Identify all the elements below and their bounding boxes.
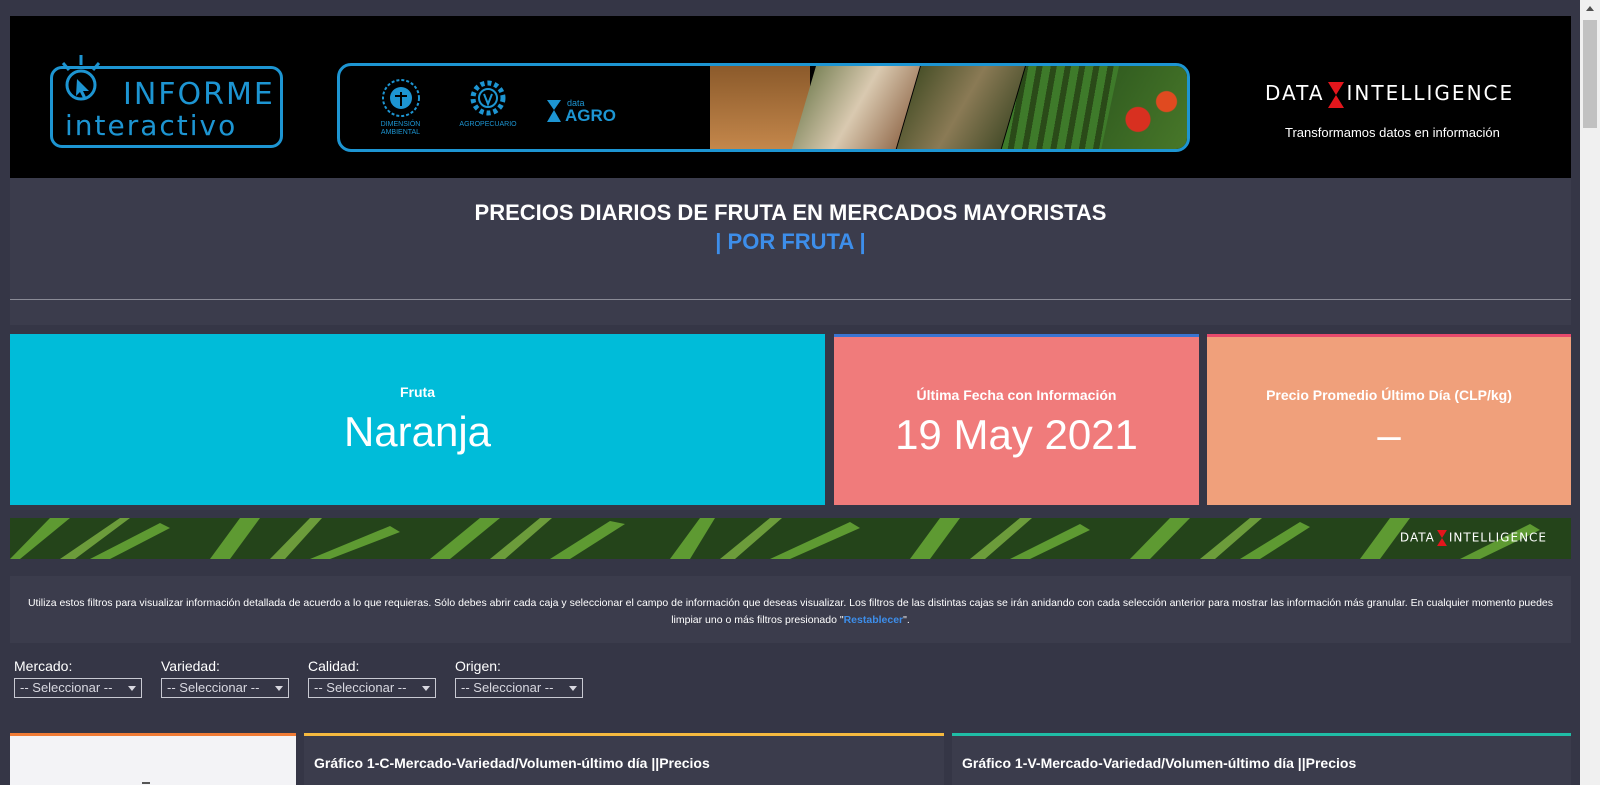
report-title-area: PRECIOS DIARIOS DE FRUTA EN MERCADOS MAY… [10, 178, 1571, 325]
hourglass-icon [1436, 530, 1447, 546]
partner-name: AGROPECUARIO [459, 121, 517, 128]
filter-label: Variedad: [161, 658, 220, 674]
help-text-after: ". [903, 614, 910, 626]
vertical-scrollbar[interactable] [1580, 0, 1600, 785]
partner-name: DIMENSIÓN AMBIENTAL [380, 121, 421, 136]
mercado-select[interactable]: -- Seleccionar -- [14, 678, 142, 698]
informe-interactivo-logo: INFORME interactivo [50, 55, 283, 148]
filter-mercado: Mercado: -- Seleccionar -- [14, 658, 144, 698]
origen-select[interactable]: -- Seleccionar -- [455, 678, 583, 698]
kpi-card-precio-promedio: Precio Promedio Último Día (CLP/kg) – [1207, 334, 1571, 505]
logo-word-interactivo: interactivo [65, 109, 238, 142]
chart-card-1c: Gráfico 1-C-Mercado-Variedad/Volumen-últ… [304, 733, 944, 785]
restablecer-link[interactable]: Restablecer [844, 614, 904, 626]
strip-brand-left: DATA [1399, 530, 1435, 545]
globe-seal-icon [381, 79, 420, 117]
svg-text:AGRO: AGRO [565, 106, 616, 125]
dimension-ambiental-logo: DIMENSIÓN AMBIENTAL [378, 78, 423, 137]
chart-card-white [10, 733, 296, 785]
strip-brand-right: INTELLIGENCE [1448, 530, 1547, 545]
calidad-select[interactable]: -- Seleccionar -- [308, 678, 436, 698]
kpi-value: – [1377, 411, 1401, 458]
strip-brand-logo: DATA INTELLIGENCE [1400, 530, 1547, 546]
kpi-label: Última Fecha con Información [916, 387, 1117, 403]
title-divider [10, 299, 1571, 300]
agropecuario-logo: AGROPECUARIO [458, 78, 518, 129]
chart-card-1v: Gráfico 1-V-Mercado-Variedad/Volumen-últ… [952, 733, 1571, 785]
logo-word-informe: INFORME [123, 77, 275, 112]
select-value: -- Seleccionar -- [314, 680, 407, 695]
filter-origen: Origen: -- Seleccionar -- [455, 658, 585, 698]
variedad-select[interactable]: -- Seleccionar -- [161, 678, 289, 698]
partner-logos-panel: DIMENSIÓN AMBIENTAL AGROPECUARIO data AG… [337, 63, 1190, 152]
scroll-up-arrow-icon[interactable] [1586, 6, 1594, 11]
kpi-label: Fruta [400, 384, 435, 400]
page-subtitle: | POR FRUTA | [715, 229, 866, 254]
gear-seal-icon [470, 80, 506, 116]
help-text: Utiliza estos filtros para visualizar in… [10, 576, 1571, 629]
page-title: PRECIOS DIARIOS DE FRUTA EN MERCADOS MAY… [474, 200, 1107, 225]
card-title: Gráfico 1-C-Mercado-Variedad/Volumen-últ… [314, 755, 710, 771]
scrollbar-thumb[interactable] [1583, 20, 1597, 128]
data-agro-icon: data AGRO [547, 98, 616, 125]
filter-label: Mercado: [14, 658, 73, 674]
dashboard-page: INFORME interactivo DIMENSIÓN AMBIENTAL … [0, 0, 1600, 785]
chevron-down-icon [422, 686, 430, 691]
select-value: -- Seleccionar -- [461, 680, 554, 695]
chevron-down-icon [569, 686, 577, 691]
select-value: -- Seleccionar -- [167, 680, 260, 695]
chevron-down-icon [128, 686, 136, 691]
lightbulb-icon [61, 55, 101, 101]
kpi-card-fruta: Fruta Naranja [10, 334, 825, 505]
chevron-down-icon [275, 686, 283, 691]
kpi-label: Precio Promedio Último Día (CLP/kg) [1266, 387, 1512, 403]
filter-label: Calidad: [308, 658, 360, 674]
data-intelligence-logo: DATA INTELLIGENCE [1265, 81, 1514, 108]
data-agro-logo: data AGRO [545, 96, 635, 126]
card-title: Gráfico 1-V-Mercado-Variedad/Volumen-últ… [962, 755, 1357, 771]
leaves-image [10, 518, 1571, 559]
select-value: -- Seleccionar -- [20, 680, 113, 695]
brand-tagline: Transformamos datos en información [1285, 125, 1500, 140]
hourglass-icon [1327, 81, 1344, 108]
brand-left: DATA [1265, 81, 1325, 105]
leaves-banner: DATA INTELLIGENCE [10, 518, 1571, 559]
kpi-value: Naranja [343, 408, 492, 455]
card-mark [142, 782, 150, 784]
help-text-before: Utiliza estos filtros para visualizar in… [27, 597, 1554, 626]
filter-label: Origen: [455, 658, 501, 674]
filter-variedad: Variedad: -- Seleccionar -- [161, 658, 291, 698]
brand-right: INTELLIGENCE [1346, 81, 1515, 105]
kpi-card-ultima-fecha: Última Fecha con Información 19 May 2021 [834, 334, 1199, 505]
kpi-value: 19 May 2021 [895, 411, 1138, 458]
filter-calidad: Calidad: -- Seleccionar -- [308, 658, 438, 698]
header-banner: INFORME interactivo DIMENSIÓN AMBIENTAL … [10, 16, 1571, 178]
filters-help-panel: Utiliza estos filtros para visualizar in… [10, 576, 1571, 643]
